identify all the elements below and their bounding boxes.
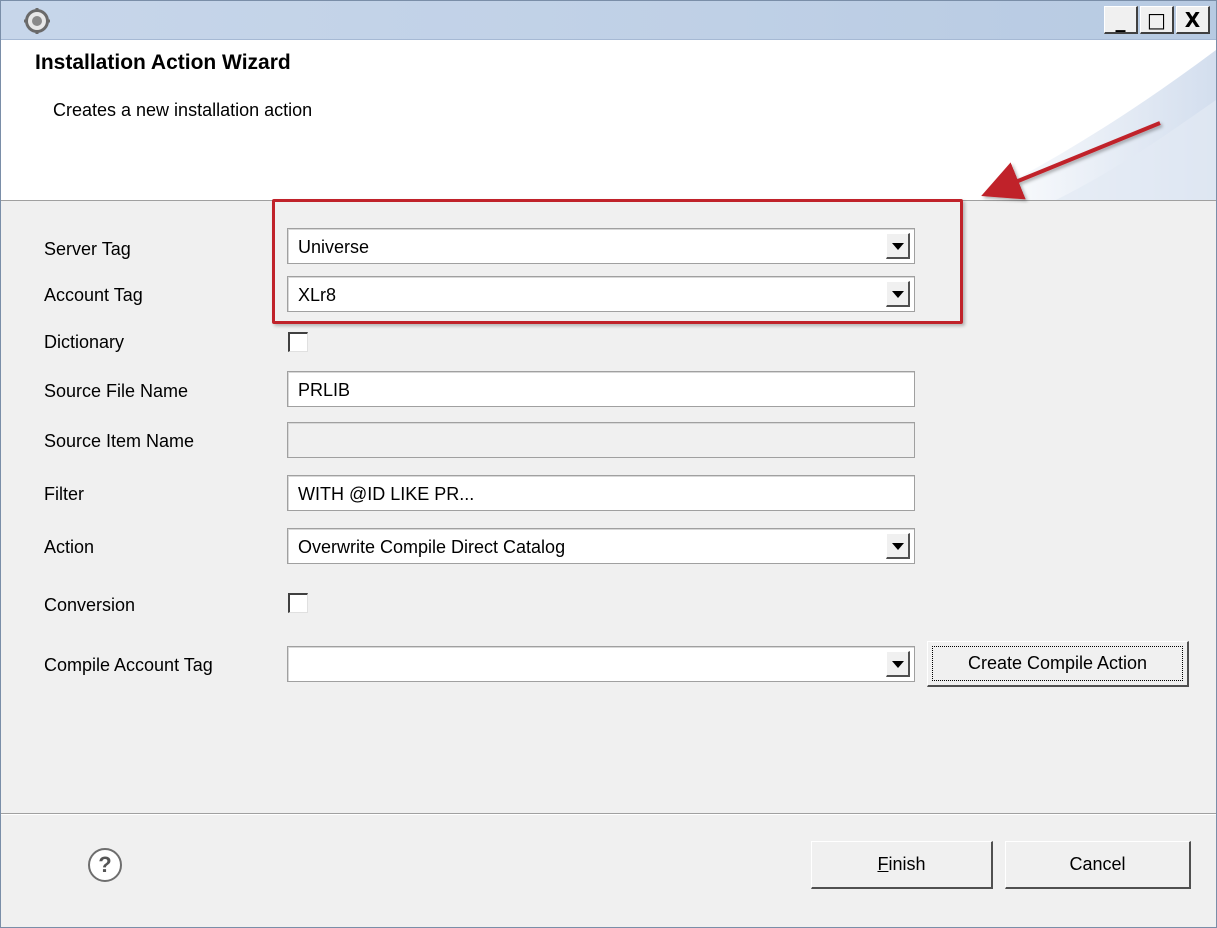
action-combo[interactable]: Overwrite Compile Direct Catalog — [287, 528, 915, 564]
help-icon[interactable]: ? — [87, 847, 123, 883]
header-banner-graphic — [976, 50, 1216, 200]
title-bar[interactable]: _ □ X — [1, 1, 1216, 40]
filter-input[interactable]: WITH @ID LIKE PR... — [287, 475, 915, 511]
compile-account-tag-combo[interactable] — [287, 646, 915, 682]
compile-account-tag-label: Compile Account Tag — [44, 655, 213, 675]
wizard-title: Installation Action Wizard — [35, 51, 291, 74]
server-tag-label: Server Tag — [44, 239, 131, 259]
finish-mnemonic: F — [877, 854, 889, 874]
filter-label: Filter — [44, 484, 84, 504]
finish-button[interactable]: Finish — [811, 841, 993, 889]
account-tag-label: Account Tag — [44, 285, 143, 305]
maximize-button[interactable]: □ — [1140, 6, 1174, 34]
chevron-down-icon[interactable] — [886, 533, 910, 559]
conversion-checkbox[interactable] — [288, 593, 308, 613]
wizard-window: _ □ X Installation Action Wizard Creates… — [0, 0, 1217, 928]
minimize-button[interactable]: _ — [1104, 6, 1138, 34]
source-item-name-label: Source Item Name — [44, 431, 195, 451]
source-file-name-label: Source File Name — [44, 381, 189, 401]
conversion-label: Conversion — [44, 595, 136, 615]
filter-value: WITH @ID LIKE PR... — [298, 484, 475, 504]
footer-separator — [1, 813, 1216, 815]
svg-text:?: ? — [98, 852, 111, 877]
finish-label: inish — [888, 854, 926, 874]
close-button[interactable]: X — [1176, 6, 1210, 34]
cancel-label: Cancel — [1069, 854, 1126, 874]
wizard-description: Creates a new installation action — [53, 100, 313, 120]
action-label: Action — [44, 537, 95, 557]
source-file-name-value: PRLIB — [298, 380, 351, 400]
create-compile-action-label: Create Compile Action — [967, 653, 1148, 673]
source-file-name-input[interactable]: PRLIB — [287, 371, 915, 407]
source-item-name-input[interactable] — [287, 422, 915, 458]
annotation-highlight-box — [272, 199, 963, 324]
dictionary-label: Dictionary — [44, 332, 125, 352]
gear-icon — [24, 8, 50, 34]
cancel-button[interactable]: Cancel — [1005, 841, 1191, 889]
dictionary-checkbox[interactable] — [288, 332, 308, 352]
create-compile-action-button[interactable]: Create Compile Action — [927, 641, 1189, 687]
chevron-down-icon[interactable] — [886, 651, 910, 677]
action-value: Overwrite Compile Direct Catalog — [298, 537, 566, 557]
